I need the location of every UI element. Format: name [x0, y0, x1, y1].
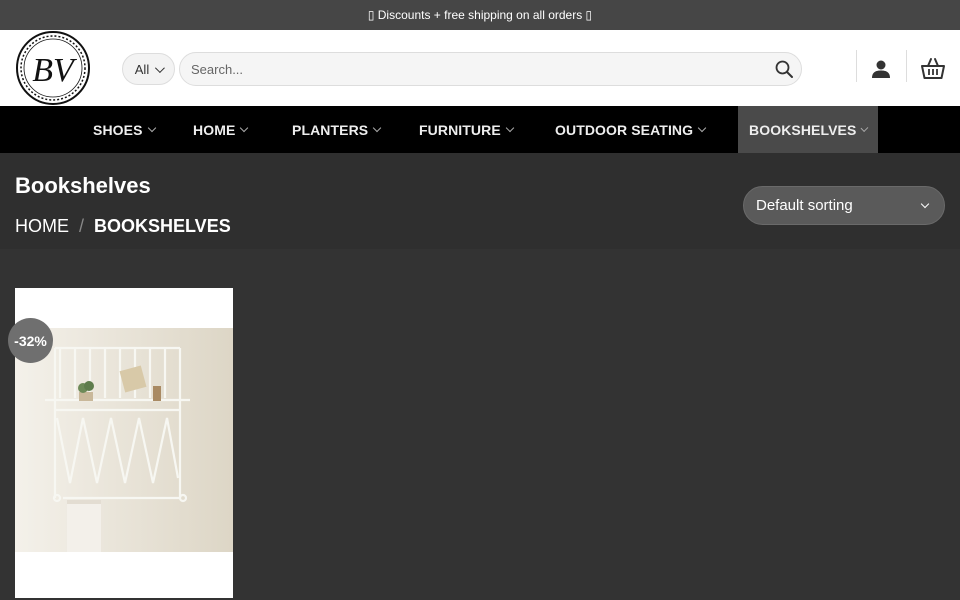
nav-item-shoes[interactable]: SHOES	[93, 106, 156, 153]
search-input[interactable]	[179, 52, 802, 86]
nav-item-label: BOOKSHELVES	[749, 121, 857, 138]
user-icon[interactable]	[870, 58, 892, 80]
nav-item-label: SHOES	[93, 121, 143, 138]
chevron-down-icon	[860, 123, 869, 132]
chevron-down-icon	[373, 123, 382, 132]
nav-item-label: OUTDOOR SEATING	[555, 121, 694, 138]
nav-item-outdoor-seating[interactable]: OUTDOOR SEATING	[555, 106, 707, 153]
svg-text:BV: BV	[32, 52, 78, 89]
chevron-down-icon	[240, 123, 249, 132]
chevron-down-icon	[155, 62, 166, 73]
breadcrumb-home-link[interactable]: HOME	[15, 216, 69, 237]
main-nav: SHOES HOME PLANTERS FURNITURE OUTDOOR SE…	[0, 106, 960, 153]
site-header: BV All	[0, 30, 960, 106]
nav-item-planters[interactable]: PLANTERS	[292, 106, 382, 153]
chevron-down-icon	[505, 123, 515, 132]
nav-item-furniture[interactable]: FURNITURE	[419, 106, 515, 153]
logo-emblem-icon: BV	[16, 31, 90, 105]
breadcrumb: HOME / BOOKSHELVES	[15, 216, 231, 237]
category-select-value: All	[134, 61, 150, 77]
category-select[interactable]: All	[122, 53, 175, 85]
nav-item-bookshelves[interactable]: BOOKSHELVES	[738, 106, 878, 153]
basket-icon[interactable]	[920, 56, 946, 82]
chevron-down-icon	[147, 123, 156, 132]
header-divider	[906, 50, 907, 82]
chevron-down-icon	[920, 199, 930, 209]
nav-item-label: PLANTERS	[292, 121, 369, 138]
nav-item-label: FURNITURE	[419, 121, 501, 138]
search-form: All	[122, 52, 802, 86]
breadcrumb-separator: /	[79, 216, 85, 236]
nav-item-home[interactable]: HOME	[193, 106, 249, 153]
search-icon[interactable]	[774, 59, 794, 79]
sort-select-value: Default sorting	[756, 197, 853, 214]
breadcrumb-current: BOOKSHELVES	[94, 216, 231, 236]
promo-topbar: ▯ Discounts + free shipping on all order…	[0, 0, 960, 30]
sort-select[interactable]: Default sorting	[743, 186, 945, 225]
promo-text: ▯ Discounts + free shipping on all order…	[367, 8, 593, 22]
sale-badge: -32%	[8, 318, 53, 363]
nav-item-label: HOME	[193, 121, 236, 138]
page-title: Bookshelves	[15, 173, 151, 198]
chevron-down-icon	[697, 123, 707, 132]
header-divider	[856, 50, 857, 82]
site-logo[interactable]: BV	[14, 30, 92, 106]
